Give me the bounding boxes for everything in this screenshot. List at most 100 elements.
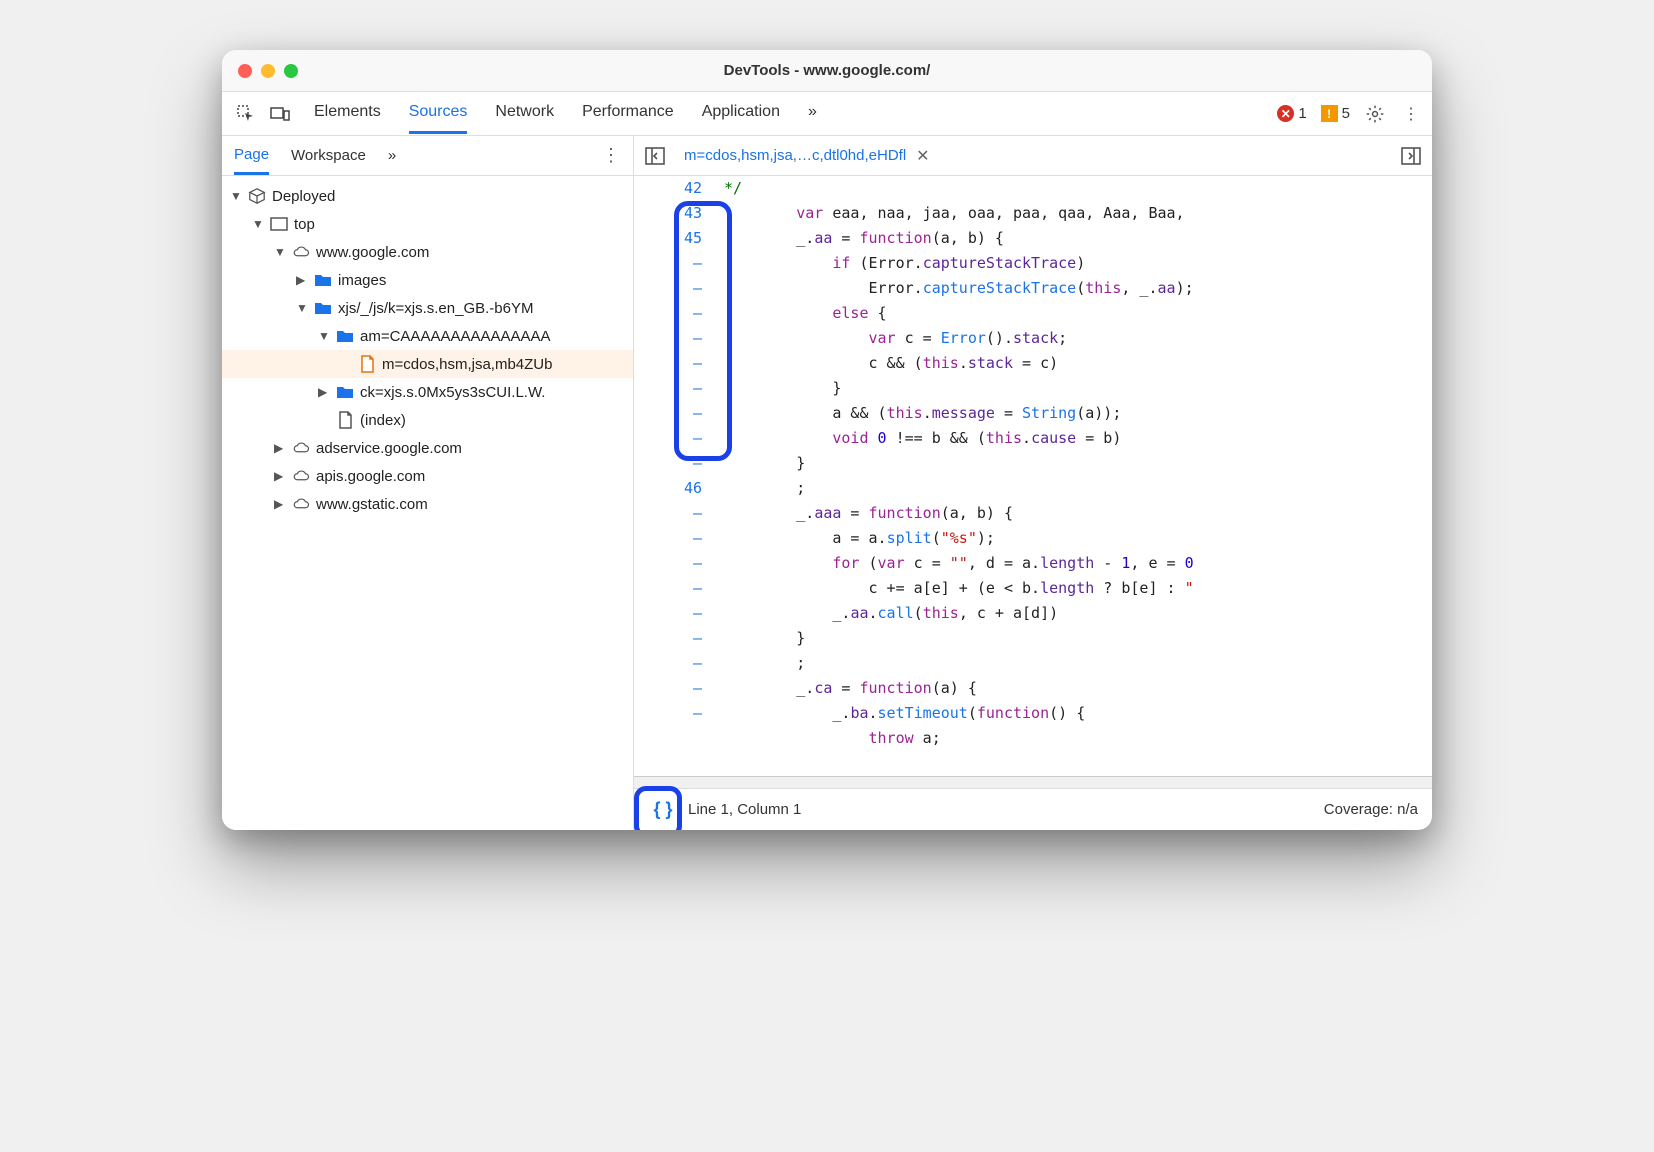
- tree-row[interactable]: ck=xjs.s.0Mx5ys3sCUI.L.W.: [222, 378, 633, 406]
- code-line[interactable]: Error.captureStackTrace(this, _.aa);: [724, 276, 1432, 301]
- code-line[interactable]: _.ca = function(a) {: [724, 676, 1432, 701]
- horizontal-scrollbar[interactable]: [634, 776, 1432, 788]
- gutter-line[interactable]: 42: [634, 176, 702, 201]
- tree-row[interactable]: m=cdos,hsm,jsa,mb4ZUb: [222, 350, 633, 378]
- gutter-line[interactable]: 46: [634, 476, 702, 501]
- gutter-line[interactable]: –: [634, 351, 702, 376]
- tree-row[interactable]: www.gstatic.com: [222, 490, 633, 518]
- tree-row[interactable]: (index): [222, 406, 633, 434]
- more-tabs-icon[interactable]: »: [808, 93, 817, 134]
- errors-count: 1: [1298, 105, 1306, 122]
- gutter-line[interactable]: –: [634, 651, 702, 676]
- expand-arrow-icon[interactable]: [230, 189, 242, 203]
- tab-elements[interactable]: Elements: [314, 93, 381, 134]
- tree-label: xjs/_/js/k=xjs.s.en_GB.-b6YM: [338, 300, 533, 317]
- expand-arrow-icon[interactable]: [274, 441, 286, 455]
- code-line[interactable]: else {: [724, 301, 1432, 326]
- tab-workspace[interactable]: Workspace: [291, 147, 366, 164]
- gutter-line[interactable]: –: [634, 276, 702, 301]
- tab-page[interactable]: Page: [234, 137, 269, 175]
- warnings-badge[interactable]: ! 5: [1321, 105, 1350, 122]
- tree-label: www.google.com: [316, 244, 429, 261]
- gutter-line[interactable]: –: [634, 626, 702, 651]
- tree-row[interactable]: www.google.com: [222, 238, 633, 266]
- code-line[interactable]: _.aaa = function(a, b) {: [724, 501, 1432, 526]
- gutter-line[interactable]: –: [634, 301, 702, 326]
- code-line[interactable]: _.ba.setTimeout(function() {: [724, 701, 1432, 726]
- tree-row[interactable]: am=CAAAAAAAAAAAAAAA: [222, 322, 633, 350]
- gutter-line[interactable]: –: [634, 576, 702, 601]
- expand-arrow-icon[interactable]: [318, 329, 330, 343]
- expand-arrow-icon[interactable]: [274, 469, 286, 483]
- toggle-debugger-icon[interactable]: [1398, 143, 1424, 169]
- code-content[interactable]: */ var eaa, naa, jaa, oaa, paa, qaa, Aaa…: [724, 176, 1432, 776]
- close-file-icon[interactable]: ✕: [916, 146, 929, 166]
- gutter-line[interactable]: –: [634, 526, 702, 551]
- gutter-line[interactable]: –: [634, 676, 702, 701]
- code-line[interactable]: ;: [724, 651, 1432, 676]
- gutter-line[interactable]: –: [634, 426, 702, 451]
- code-line[interactable]: _.aa = function(a, b) {: [724, 226, 1432, 251]
- device-toolbar-icon[interactable]: [266, 100, 294, 128]
- line-gutter[interactable]: 424345–––––––––46–––––––––: [634, 176, 724, 776]
- open-file-tab[interactable]: m=cdos,hsm,jsa,…c,dtl0hd,eHDfl ✕: [678, 146, 936, 166]
- devtools-window: DevTools - www.google.com/ Elements Sour…: [222, 50, 1432, 830]
- code-line[interactable]: }: [724, 451, 1432, 476]
- gutter-line[interactable]: 45: [634, 226, 702, 251]
- file-tree[interactable]: Deployedtop www.google.com images xjs/_/js/…: [222, 176, 633, 830]
- tab-application[interactable]: Application: [702, 93, 780, 134]
- gutter-line[interactable]: –: [634, 601, 702, 626]
- navigator-more-icon[interactable]: »: [388, 147, 396, 164]
- navigator-menu-icon[interactable]: ⋮: [602, 145, 621, 166]
- inspect-icon[interactable]: [232, 100, 260, 128]
- gutter-line[interactable]: –: [634, 501, 702, 526]
- code-line[interactable]: var c = Error().stack;: [724, 326, 1432, 351]
- tab-performance[interactable]: Performance: [582, 93, 674, 134]
- gutter-line[interactable]: –: [634, 251, 702, 276]
- tab-sources[interactable]: Sources: [409, 93, 468, 134]
- code-line[interactable]: a = a.split("%s");: [724, 526, 1432, 551]
- code-line[interactable]: }: [724, 376, 1432, 401]
- tree-row[interactable]: images: [222, 266, 633, 294]
- expand-arrow-icon[interactable]: [252, 217, 264, 231]
- code-line[interactable]: c += a[e] + (e < b.length ? b[e] : ": [724, 576, 1432, 601]
- expand-arrow-icon[interactable]: [274, 497, 286, 511]
- code-line[interactable]: var eaa, naa, jaa, oaa, paa, qaa, Aaa, B…: [724, 201, 1432, 226]
- tree-row[interactable]: xjs/_/js/k=xjs.s.en_GB.-b6YM: [222, 294, 633, 322]
- gutter-line[interactable]: –: [634, 701, 702, 726]
- code-line[interactable]: }: [724, 626, 1432, 651]
- expand-arrow-icon[interactable]: [318, 385, 330, 399]
- code-line[interactable]: for (var c = "", d = a.length - 1, e = 0: [724, 551, 1432, 576]
- gutter-line[interactable]: –: [634, 551, 702, 576]
- close-button[interactable]: [238, 64, 252, 78]
- gutter-line[interactable]: 43: [634, 201, 702, 226]
- toggle-navigator-icon[interactable]: [642, 143, 668, 169]
- code-line[interactable]: if (Error.captureStackTrace): [724, 251, 1432, 276]
- tree-row[interactable]: adservice.google.com: [222, 434, 633, 462]
- errors-badge[interactable]: ✕ 1: [1277, 105, 1306, 122]
- settings-icon[interactable]: [1364, 103, 1386, 125]
- tree-row[interactable]: apis.google.com: [222, 462, 633, 490]
- minimize-button[interactable]: [261, 64, 275, 78]
- tree-row[interactable]: Deployed: [222, 182, 633, 210]
- pretty-print-icon[interactable]: { }: [648, 795, 678, 825]
- expand-arrow-icon[interactable]: [296, 301, 308, 315]
- code-line[interactable]: throw a;: [724, 726, 1432, 751]
- tab-network[interactable]: Network: [495, 93, 554, 134]
- code-line[interactable]: a && (this.message = String(a));: [724, 401, 1432, 426]
- code-line[interactable]: */: [724, 176, 1432, 201]
- gutter-line[interactable]: –: [634, 401, 702, 426]
- gutter-line[interactable]: –: [634, 376, 702, 401]
- code-line[interactable]: ;: [724, 476, 1432, 501]
- expand-arrow-icon[interactable]: [274, 245, 286, 259]
- code-editor[interactable]: 424345–––––––––46––––––––– */ var eaa, n…: [634, 176, 1432, 776]
- kebab-menu-icon[interactable]: ⋮: [1400, 103, 1422, 125]
- code-line[interactable]: void 0 !== b && (this.cause = b): [724, 426, 1432, 451]
- expand-arrow-icon[interactable]: [296, 273, 308, 287]
- code-line[interactable]: _.aa.call(this, c + a[d]): [724, 601, 1432, 626]
- gutter-line[interactable]: –: [634, 326, 702, 351]
- tree-row[interactable]: top: [222, 210, 633, 238]
- maximize-button[interactable]: [284, 64, 298, 78]
- code-line[interactable]: c && (this.stack = c): [724, 351, 1432, 376]
- gutter-line[interactable]: –: [634, 451, 702, 476]
